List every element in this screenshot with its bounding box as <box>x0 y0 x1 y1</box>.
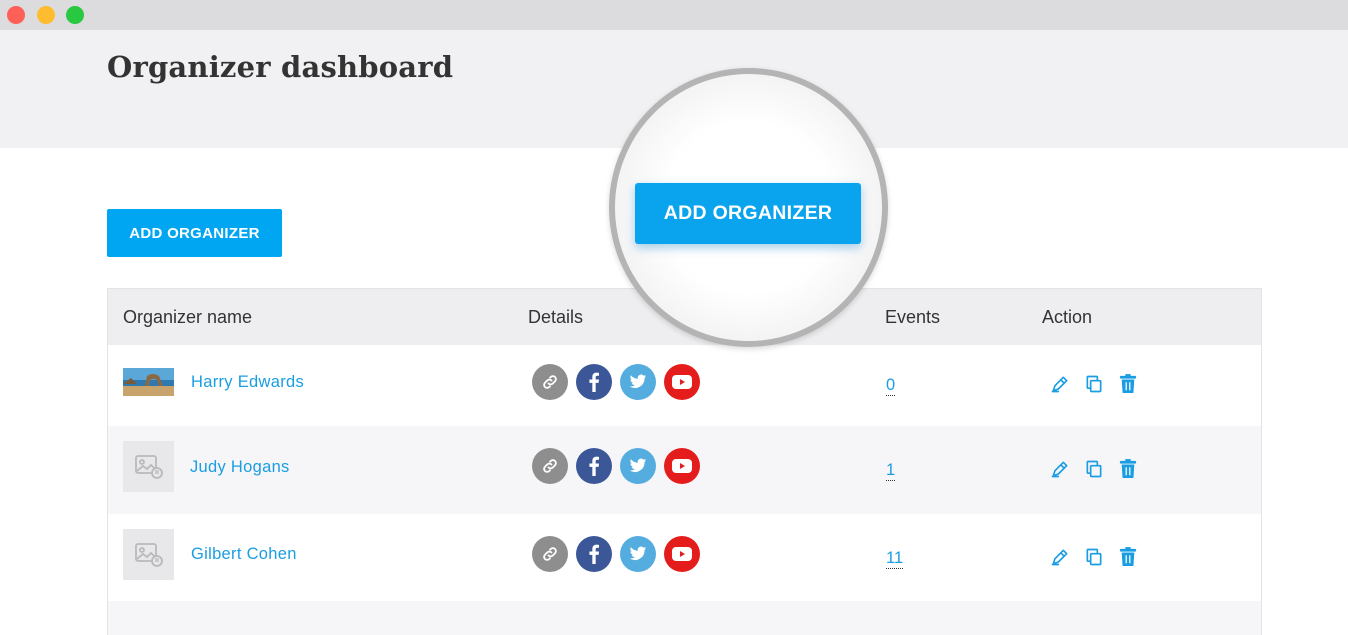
link-icon[interactable] <box>532 448 568 484</box>
duplicate-icon[interactable] <box>1083 546 1105 568</box>
events-count-link[interactable]: 0 <box>886 376 896 396</box>
duplicate-icon[interactable] <box>1083 458 1105 480</box>
youtube-icon[interactable] <box>664 364 700 400</box>
facebook-icon[interactable] <box>576 448 612 484</box>
facebook-icon[interactable] <box>576 536 612 572</box>
maximize-window-button[interactable] <box>66 6 84 24</box>
duplicate-icon[interactable] <box>1083 373 1105 395</box>
column-header-events: Events <box>885 307 941 327</box>
youtube-icon[interactable] <box>664 536 700 572</box>
add-organizer-button-magnified[interactable]: ADD ORGANIZER <box>635 183 861 244</box>
events-count-link[interactable]: 11 <box>886 549 904 569</box>
image-placeholder-icon <box>123 441 174 492</box>
table-row <box>108 601 1261 635</box>
youtube-icon[interactable] <box>664 448 700 484</box>
column-header-name: Organizer name <box>123 307 253 327</box>
close-window-button[interactable] <box>7 6 25 24</box>
table-row: Harry Edwards 0 <box>108 345 1261 426</box>
delete-icon[interactable] <box>1117 546 1139 568</box>
delete-icon[interactable] <box>1117 458 1139 480</box>
organizer-name-link[interactable]: Judy Hogans <box>190 458 290 477</box>
organizer-photo <box>123 368 174 396</box>
window-titlebar <box>0 0 1348 30</box>
column-header-details: Details <box>528 307 584 327</box>
edit-icon[interactable] <box>1049 546 1071 568</box>
column-header-action: Action <box>1042 307 1093 327</box>
table-row: Judy Hogans 1 <box>108 426 1261 514</box>
page-title: Organizer dashboard <box>107 50 454 84</box>
twitter-icon[interactable] <box>620 448 656 484</box>
edit-icon[interactable] <box>1049 373 1071 395</box>
organizers-table: Organizer name Details Events Action Har… <box>107 288 1262 635</box>
organizer-name-link[interactable]: Gilbert Cohen <box>191 545 297 564</box>
magnifier-callout: ADD ORGANIZER <box>609 68 888 347</box>
twitter-icon[interactable] <box>620 536 656 572</box>
organizer-name-link[interactable]: Harry Edwards <box>191 373 304 392</box>
twitter-icon[interactable] <box>620 364 656 400</box>
image-placeholder-icon <box>123 529 174 580</box>
facebook-icon[interactable] <box>576 364 612 400</box>
add-organizer-button[interactable]: ADD ORGANIZER <box>107 209 282 257</box>
delete-icon[interactable] <box>1117 373 1139 395</box>
link-icon[interactable] <box>532 536 568 572</box>
edit-icon[interactable] <box>1049 458 1071 480</box>
events-count-link[interactable]: 1 <box>886 461 896 481</box>
link-icon[interactable] <box>532 364 568 400</box>
table-row: Gilbert Cohen 11 <box>108 514 1261 601</box>
minimize-window-button[interactable] <box>37 6 55 24</box>
